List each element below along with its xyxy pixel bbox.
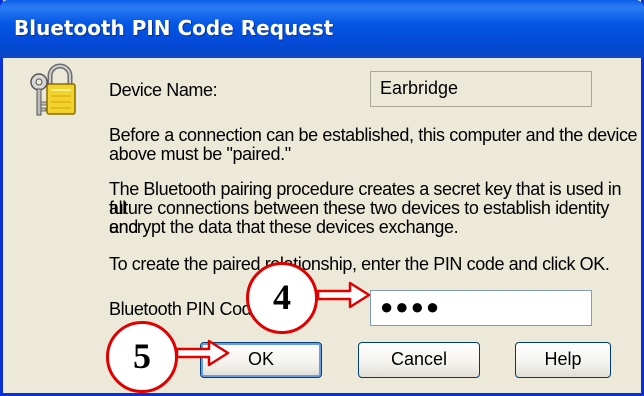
help-button[interactable]: Help [515,342,611,378]
window-title: Bluetooth PIN Code Request [14,16,334,40]
intro-text-line-1: Before a connection can be established, … [109,125,638,145]
intro-text-line-2: above must be "paired." [109,144,291,164]
step-4-arrow-icon [316,281,371,309]
instruction-text: To create the paired relationship, enter… [109,254,610,274]
pairing-text-line-3: encrypt the data that these devices exch… [109,217,459,237]
step-4-callout: 4 [246,262,318,334]
step-5-arrow-icon [175,339,230,367]
title-bar[interactable]: Bluetooth PIN Code Request [0,0,644,58]
pin-code-label: Bluetooth PIN Code: [109,299,266,319]
device-name-label: Device Name: [109,80,218,100]
cancel-button[interactable]: Cancel [358,342,480,378]
pin-code-input[interactable]: ●●●● [370,290,592,326]
lock-key-icon [30,63,76,116]
device-name-field: Earbridge [370,71,592,107]
step-5-callout: 5 [106,321,178,393]
dialog-window: Bluetooth PIN Code Request Device Name: … [0,0,644,396]
